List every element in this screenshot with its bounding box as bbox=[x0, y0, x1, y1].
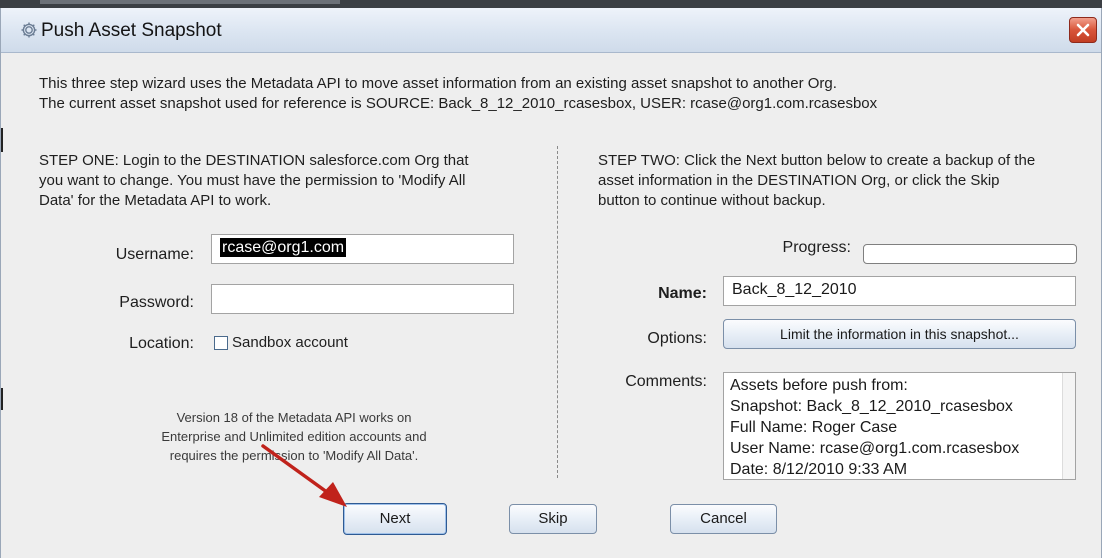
title-bar[interactable]: Push Asset Snapshot bbox=[1, 8, 1101, 53]
intro-line: The current asset snapshot used for refe… bbox=[39, 95, 878, 112]
progress-label: Progress: bbox=[782, 239, 851, 256]
note-line: Version 18 of the Metadata API works on bbox=[176, 410, 412, 425]
sandbox-label[interactable]: Sandbox account bbox=[232, 334, 348, 351]
step-two-instructions: STEP TWO: Click the Next button below to… bbox=[598, 151, 1035, 211]
options-label: Options: bbox=[647, 330, 707, 347]
password-label: Password: bbox=[119, 294, 194, 311]
comment-line: Assets before push from: bbox=[730, 377, 908, 394]
username-label: Username: bbox=[115, 246, 194, 263]
snapshot-name-value: Back_8_12_2010 bbox=[732, 281, 857, 298]
background-window-strip bbox=[0, 0, 1102, 8]
intro-text: This three step wizard uses the Metadata… bbox=[39, 74, 877, 114]
snapshot-name-field[interactable]: Back_8_12_2010 bbox=[723, 276, 1076, 306]
window-title: Push Asset Snapshot bbox=[41, 20, 222, 41]
comments-scrollbar[interactable] bbox=[1062, 373, 1075, 479]
comments-label: Comments: bbox=[625, 373, 707, 390]
note-line: Enterprise and Unlimited edition account… bbox=[161, 429, 427, 444]
username-value: rcase@org1.com bbox=[220, 238, 347, 257]
step-one-line: you want to change. You must have the pe… bbox=[39, 172, 466, 189]
sandbox-checkbox[interactable] bbox=[214, 336, 228, 350]
note-line: requires the permission to 'Modify All D… bbox=[169, 448, 419, 463]
left-edge-mark bbox=[1, 128, 3, 152]
comment-line: Date: 8/12/2010 9:33 AM bbox=[730, 461, 908, 478]
gear-icon bbox=[19, 20, 39, 40]
comment-line: User Name: rcase@org1.com.rcasesbox bbox=[730, 440, 1020, 457]
close-button[interactable] bbox=[1069, 17, 1097, 43]
step-one-line: STEP ONE: Login to the DESTINATION sales… bbox=[39, 152, 469, 169]
step-one-line: Data' for the Metadata API to work. bbox=[39, 192, 272, 209]
step-one-instructions: STEP ONE: Login to the DESTINATION sales… bbox=[39, 151, 469, 211]
step-two-line: asset information in the DESTINATION Org… bbox=[598, 172, 1000, 189]
password-field[interactable] bbox=[211, 284, 514, 314]
comment-line: Full Name: Roger Case bbox=[730, 419, 898, 436]
name-label: Name: bbox=[658, 285, 707, 302]
comment-line: Snapshot: Back_8_12_2010_rcasesbox bbox=[730, 398, 1013, 415]
column-divider bbox=[557, 146, 558, 478]
progress-bar bbox=[863, 244, 1077, 264]
step-two-line: button to continue without backup. bbox=[598, 192, 826, 209]
username-field[interactable]: rcase@org1.com bbox=[211, 234, 514, 264]
intro-line: This three step wizard uses the Metadata… bbox=[39, 75, 837, 92]
metadata-api-note: Version 18 of the Metadata API works on … bbox=[131, 408, 457, 465]
skip-button[interactable]: Skip bbox=[509, 504, 597, 534]
step-two-line: STEP TWO: Click the Next button below to… bbox=[598, 152, 1036, 169]
comments-textarea[interactable]: Assets before push from: Snapshot: Back_… bbox=[723, 372, 1076, 480]
cancel-button[interactable]: Cancel bbox=[670, 504, 777, 534]
left-edge-mark bbox=[1, 388, 3, 410]
dialog-window: Push Asset Snapshot This three step wiza… bbox=[0, 8, 1102, 558]
background-window-title bbox=[40, 0, 340, 4]
limit-information-button[interactable]: Limit the information in this snapshot..… bbox=[723, 319, 1076, 349]
next-button[interactable]: Next bbox=[343, 503, 447, 535]
location-label: Location: bbox=[129, 335, 194, 352]
